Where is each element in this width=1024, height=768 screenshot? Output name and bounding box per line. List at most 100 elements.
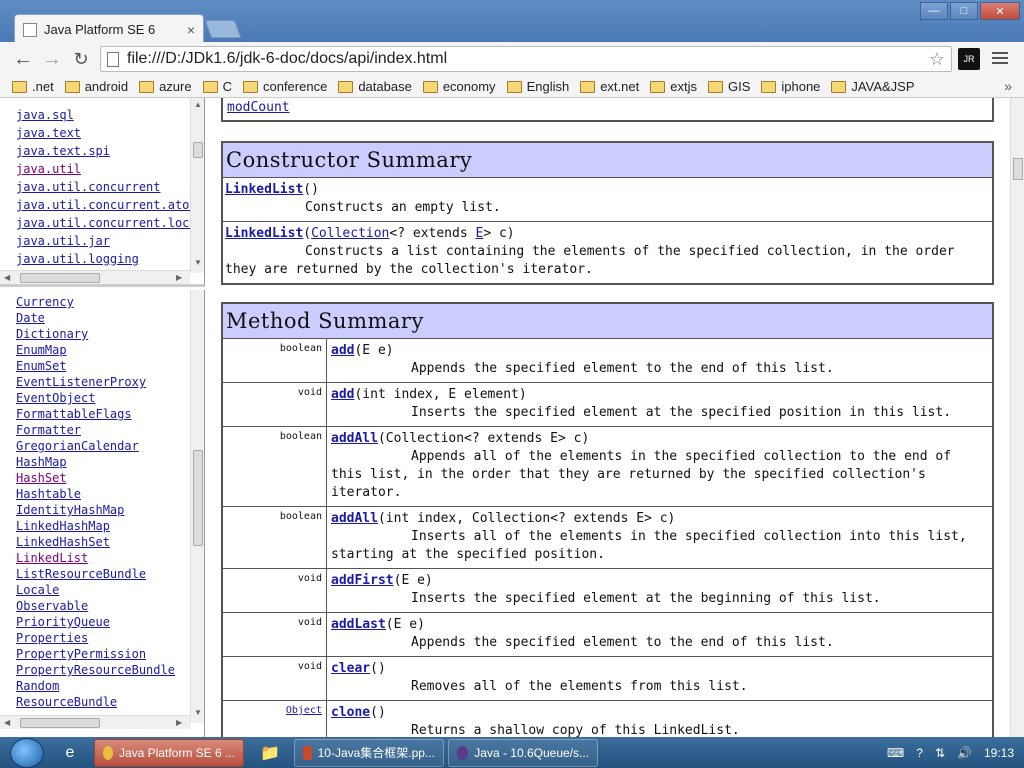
- package-link[interactable]: java.sql: [16, 106, 197, 124]
- class-link[interactable]: Random: [16, 678, 175, 694]
- constructor-link[interactable]: LinkedList: [225, 226, 303, 241]
- bookmark-item[interactable]: ext.net: [580, 79, 639, 94]
- return-type[interactable]: Object: [223, 701, 327, 737]
- class-vscroll[interactable]: ▼: [190, 290, 204, 723]
- help-icon[interactable]: ?: [916, 746, 923, 760]
- class-link[interactable]: PriorityQueue: [16, 614, 175, 630]
- class-link[interactable]: Properties: [16, 630, 175, 646]
- class-link[interactable]: LinkedHashMap: [16, 518, 175, 534]
- package-link[interactable]: java.util.jar: [16, 232, 197, 250]
- class-link[interactable]: LinkedHashSet: [16, 534, 175, 550]
- method-link[interactable]: addAll: [331, 431, 378, 446]
- scroll-left-icon[interactable]: ◀: [4, 718, 10, 727]
- taskbar-item[interactable]: Java - 10.6Queue/s...: [448, 738, 598, 767]
- package-link[interactable]: java.util.logging: [16, 250, 197, 268]
- scroll-right-icon[interactable]: ▶: [176, 718, 182, 727]
- package-link[interactable]: java.util: [16, 160, 197, 178]
- bookmark-item[interactable]: GIS: [707, 79, 750, 94]
- volume-icon[interactable]: 🔊: [957, 746, 972, 760]
- class-link[interactable]: EventObject: [16, 390, 175, 406]
- forward-arrow-icon[interactable]: →: [39, 46, 65, 72]
- bookmarks-more-icon[interactable]: »: [1004, 78, 1012, 94]
- new-tab-button[interactable]: [204, 20, 242, 38]
- scroll-right-icon[interactable]: ▶: [176, 273, 182, 282]
- class-link[interactable]: ListResourceBundle: [16, 566, 175, 582]
- address-bar[interactable]: file:///D:/JDk1.6/jdk-6-doc/docs/api/ind…: [100, 46, 952, 72]
- main-vscroll[interactable]: [1010, 98, 1024, 737]
- method-link[interactable]: addLast: [331, 617, 386, 632]
- constructor-link[interactable]: LinkedList: [225, 182, 303, 197]
- scroll-up-icon[interactable]: ▲: [194, 100, 202, 109]
- bookmark-item[interactable]: English: [506, 79, 569, 94]
- package-link[interactable]: java.util.concurrent: [16, 178, 197, 196]
- minimize-button[interactable]: —: [920, 2, 948, 20]
- class-link[interactable]: EventListenerProxy: [16, 374, 175, 390]
- method-link[interactable]: add: [331, 387, 354, 402]
- class-link[interactable]: Currency: [16, 294, 175, 310]
- scroll-thumb[interactable]: [193, 142, 203, 158]
- package-link[interactable]: java.util.concurrent.atom: [16, 196, 197, 214]
- package-link[interactable]: java.text: [16, 124, 197, 142]
- scroll-left-icon[interactable]: ◀: [4, 273, 10, 282]
- class-link[interactable]: Hashtable: [16, 486, 175, 502]
- class-link[interactable]: PropertyPermission: [16, 646, 175, 662]
- taskbar-item[interactable]: 10-Java集合框架.pp...: [294, 738, 444, 767]
- class-link[interactable]: IdentityHashMap: [16, 502, 175, 518]
- method-link[interactable]: addFirst: [331, 573, 394, 588]
- bookmark-item[interactable]: azure: [139, 79, 192, 94]
- package-hscroll[interactable]: ◀ ▶: [0, 270, 190, 284]
- package-link[interactable]: java.text.spi: [16, 142, 197, 160]
- clock[interactable]: 19:13: [984, 746, 1014, 760]
- class-link[interactable]: PropertyResourceBundle: [16, 662, 175, 678]
- scroll-thumb[interactable]: [1013, 158, 1023, 180]
- class-link[interactable]: EnumMap: [16, 342, 175, 358]
- class-link[interactable]: ResourceBundle: [16, 694, 175, 710]
- method-link[interactable]: clear: [331, 661, 370, 676]
- class-link[interactable]: Locale: [16, 582, 175, 598]
- browser-tab[interactable]: Java Platform SE 6 ×: [14, 14, 204, 44]
- class-link[interactable]: HashSet: [16, 470, 175, 486]
- tab-close-icon[interactable]: ×: [187, 22, 195, 38]
- menu-icon[interactable]: [992, 50, 1008, 66]
- url-text[interactable]: file:///D:/JDk1.6/jdk-6-doc/docs/api/ind…: [127, 50, 929, 68]
- maximize-button[interactable]: □: [950, 2, 978, 20]
- taskbar-item[interactable]: Java Platform SE 6 ...: [94, 738, 244, 767]
- bookmark-item[interactable]: economy: [422, 79, 496, 94]
- method-link[interactable]: add: [331, 343, 354, 358]
- collection-link[interactable]: Collection: [311, 226, 389, 241]
- bookmark-item[interactable]: extjs: [650, 79, 697, 94]
- network-icon[interactable]: ⇅: [935, 746, 945, 760]
- ie-icon[interactable]: e: [50, 739, 90, 767]
- bookmark-item[interactable]: iphone: [761, 79, 820, 94]
- reload-icon[interactable]: ↻: [68, 46, 94, 72]
- scroll-thumb[interactable]: [20, 718, 100, 728]
- bookmark-item[interactable]: JAVA&JSP: [831, 79, 915, 94]
- class-link[interactable]: EnumSet: [16, 358, 175, 374]
- bookmark-item[interactable]: .net: [12, 79, 54, 94]
- start-button[interactable]: [10, 737, 44, 768]
- method-link[interactable]: clone: [331, 705, 370, 720]
- scroll-down-icon[interactable]: ▼: [194, 708, 202, 717]
- bookmark-star-icon[interactable]: ☆: [929, 49, 945, 70]
- scroll-thumb[interactable]: [193, 450, 203, 546]
- bookmark-item[interactable]: android: [64, 79, 128, 94]
- back-arrow-icon[interactable]: ←: [10, 46, 36, 72]
- modcount-link[interactable]: modCount: [227, 100, 290, 115]
- keyboard-icon[interactable]: ⌨: [887, 746, 904, 760]
- class-link[interactable]: Dictionary: [16, 326, 175, 342]
- class-link[interactable]: Formatter: [16, 422, 175, 438]
- method-link[interactable]: addAll: [331, 511, 378, 526]
- scroll-thumb[interactable]: [20, 273, 100, 283]
- close-window-button[interactable]: ✕: [980, 2, 1020, 20]
- class-link[interactable]: Date: [16, 310, 175, 326]
- bookmark-item[interactable]: C: [202, 79, 232, 94]
- package-link[interactable]: java.util.concurrent.lock: [16, 214, 197, 232]
- extension-icon[interactable]: JR: [958, 48, 980, 70]
- class-hscroll[interactable]: ◀ ▶: [0, 715, 190, 729]
- class-link[interactable]: HashMap: [16, 454, 175, 470]
- package-vscroll[interactable]: ▲ ▼: [190, 98, 204, 273]
- bookmark-item[interactable]: conference: [242, 79, 327, 94]
- class-link[interactable]: FormattableFlags: [16, 406, 175, 422]
- class-link[interactable]: GregorianCalendar: [16, 438, 175, 454]
- bookmark-item[interactable]: database: [338, 79, 412, 94]
